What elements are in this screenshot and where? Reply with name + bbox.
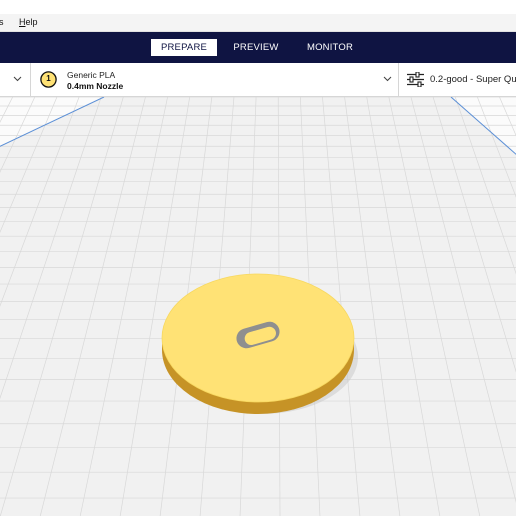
settings-bar: 1 Generic PLA 0.4mm Nozzle 0.2-good - Su… (0, 63, 516, 97)
menu-bar: s Help (0, 14, 516, 32)
settings-sliders-icon (407, 72, 424, 87)
tab-monitor[interactable]: MONITOR (296, 39, 364, 56)
stage-header: PREPARE PREVIEW MONITOR (0, 32, 516, 63)
printer-selector[interactable] (0, 63, 30, 96)
extruder-number: 1 (46, 74, 51, 83)
print-profile-label: 0.2-good - Super Quali (430, 74, 516, 85)
print-settings-selector[interactable]: 0.2-good - Super Quali (399, 63, 516, 96)
nozzle-size: 0.4mm Nozzle (67, 81, 124, 91)
tab-preview[interactable]: PREVIEW (224, 39, 288, 56)
3d-viewport[interactable] (0, 97, 516, 516)
chevron-down-icon (13, 76, 22, 82)
model-disc[interactable] (161, 273, 355, 414)
title-strip (0, 0, 516, 14)
menu-item-truncated[interactable]: s (0, 17, 4, 27)
material-name: Generic PLA (67, 70, 116, 80)
menu-item-help[interactable]: Help (19, 17, 38, 27)
chevron-down-icon (383, 76, 392, 82)
tab-prepare[interactable]: PREPARE (151, 39, 217, 56)
material-selector[interactable]: 1 Generic PLA 0.4mm Nozzle (31, 63, 397, 96)
